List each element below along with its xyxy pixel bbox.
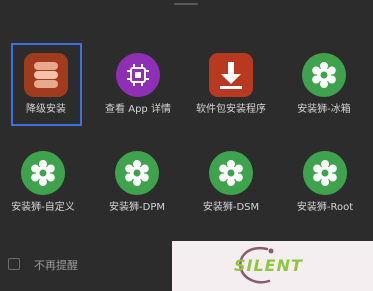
app-installer-dpm[interactable]: 安装狮-DPM	[92, 151, 182, 221]
app-label: 安装狮-自定义	[11, 202, 75, 213]
app-label: 安装狮-Root	[296, 202, 354, 213]
app-installer-icebox[interactable]: 安装狮-冰箱	[279, 53, 369, 123]
gear-flower-icon	[303, 151, 347, 195]
app-package-installer[interactable]: 软件包安装程序	[186, 53, 276, 133]
app-label: 降级安装	[26, 104, 66, 115]
app-label: 查看 App 详情	[105, 104, 171, 115]
gear-flower-icon	[115, 151, 159, 195]
app-label: 软件包安装程序	[196, 104, 266, 115]
app-installer-custom[interactable]: 安装狮-自定义	[0, 151, 88, 221]
app-label: 安装狮-DPM	[109, 202, 165, 213]
app-view-details[interactable]: 查看 App 详情	[93, 53, 183, 123]
gear-flower-icon	[209, 151, 253, 195]
app-installer-dsm[interactable]: 安装狮-DSM	[186, 151, 276, 221]
gear-flower-icon	[21, 151, 65, 195]
drag-handle[interactable]	[174, 3, 198, 5]
app-label: 安装狮-冰箱	[297, 104, 351, 115]
watermark-text: SILENT	[234, 256, 303, 275]
stacked-layers-icon	[24, 53, 68, 97]
no-remind-checkbox[interactable]	[8, 258, 20, 270]
watermark: SILENT	[172, 241, 373, 291]
app-downgrade-install[interactable]: 降级安装	[1, 53, 91, 123]
chip-icon	[116, 53, 160, 97]
app-label: 安装狮-DSM	[202, 202, 260, 213]
app-installer-root[interactable]: 安装狮-Root	[280, 151, 370, 221]
download-arrow-icon	[209, 53, 253, 97]
no-remind-label: 不再提醒	[34, 259, 78, 272]
gear-flower-icon	[302, 53, 346, 97]
